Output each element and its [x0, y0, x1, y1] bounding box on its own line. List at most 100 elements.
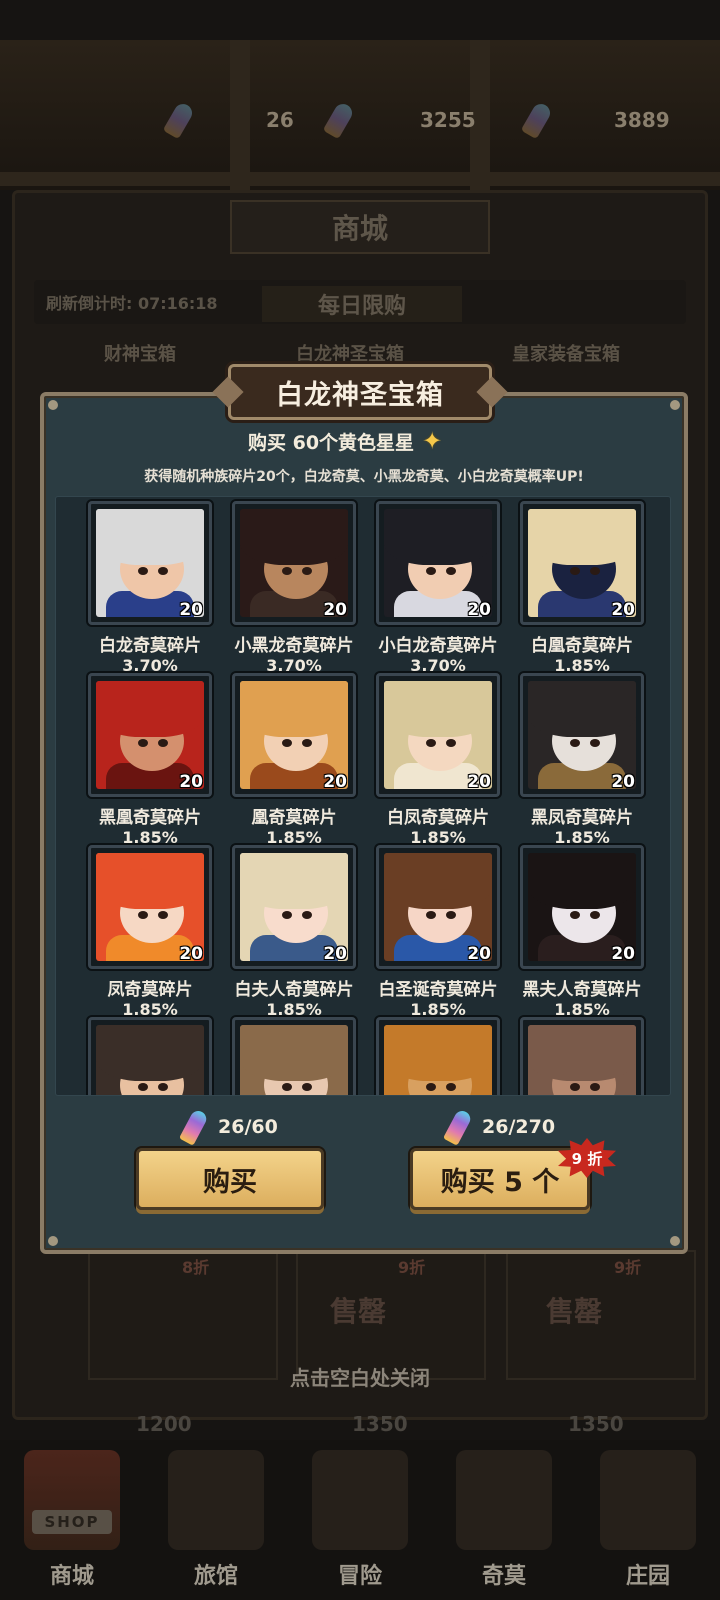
item-frame: 20 — [520, 673, 644, 797]
reward-grid[interactable]: 20 白龙奇莫碎片 3.70% 20 小黑龙奇莫碎片 3.70% 20 小白龙奇莫碎片 3.70… — [55, 496, 671, 1096]
portrait-part — [138, 739, 148, 747]
reward-item[interactable]: 20 黑夫人奇莫碎片 1.85% — [510, 845, 654, 1019]
bottom-nav: SHOP 商城 旅馆 冒险 奇莫 庄园 — [0, 1440, 720, 1600]
crossed-swords-icon — [312, 1450, 408, 1550]
nav-inn[interactable]: 旅馆 — [144, 1440, 288, 1600]
portrait-part — [426, 567, 436, 575]
reward-item[interactable] — [366, 1017, 510, 1095]
nav-label: 冒险 — [337, 1564, 382, 1589]
bg-price-2: 1350 — [352, 1412, 408, 1436]
portrait-part — [384, 853, 492, 909]
bg-tab-1: 财神宝箱 — [104, 344, 176, 365]
reward-item[interactable]: 20 白凤奇莫碎片 1.85% — [366, 673, 510, 847]
character-icon — [456, 1450, 552, 1550]
nav-label: 商城 — [49, 1564, 94, 1589]
corner-rivet — [670, 1236, 680, 1246]
game-screen: 26 3255 3889 商城 刷新倒计时: 07:16:18 每日限购 财神宝… — [0, 0, 720, 1600]
resource-value: 3255 — [420, 108, 476, 132]
reward-item[interactable]: 20 黑凰奇莫碎片 1.85% — [78, 673, 222, 847]
portrait-part — [302, 567, 312, 575]
character-portrait-icon — [96, 1025, 204, 1095]
shop-sign: SHOP — [32, 1510, 112, 1534]
portrait-part — [570, 911, 580, 919]
portrait-part — [426, 739, 436, 747]
portrait-part — [96, 681, 204, 737]
resource-counter-1: 26 — [162, 100, 294, 140]
item-frame: 20 — [232, 673, 356, 797]
reward-item[interactable]: 20 凰奇莫碎片 1.85% — [222, 673, 366, 847]
bg-discount-2: 9折 — [398, 1258, 426, 1277]
reward-item[interactable]: 20 白凰奇莫碎片 1.85% — [510, 501, 654, 675]
reward-item[interactable]: 20 小黑龙奇莫碎片 3.70% — [222, 501, 366, 675]
reward-item[interactable] — [222, 1017, 366, 1095]
portrait-part — [240, 681, 348, 737]
portrait-part — [590, 911, 600, 919]
reward-item[interactable]: 20 小白龙奇莫碎片 3.70% — [366, 501, 510, 675]
shop-icon: SHOP — [24, 1450, 120, 1550]
portrait-part — [528, 853, 636, 909]
reward-item[interactable]: 20 凤奇莫碎片 1.85% — [78, 845, 222, 1019]
portrait-part — [590, 567, 600, 575]
item-frame: 20 — [520, 501, 644, 625]
portrait-part — [446, 567, 456, 575]
reward-item[interactable]: 20 白圣诞奇莫碎片 1.85% — [366, 845, 510, 1019]
item-name: 白凰奇莫碎片 — [531, 636, 633, 656]
resource-value: 26 — [266, 108, 294, 132]
reward-item[interactable]: 20 白夫人奇莫碎片 1.85% — [222, 845, 366, 1019]
multi-cost-value: 26/270 — [482, 1116, 556, 1138]
portrait-part — [282, 567, 292, 575]
nav-label: 旅馆 — [193, 1564, 238, 1589]
portrait-part — [96, 853, 204, 909]
item-count: 20 — [467, 772, 491, 792]
item-count: 20 — [467, 600, 491, 620]
portrait-part — [570, 739, 580, 747]
item-count: 20 — [179, 600, 203, 620]
item-frame: 20 — [520, 845, 644, 969]
bg-tab-2: 白龙神圣宝箱 — [296, 344, 404, 365]
nav-shop[interactable]: SHOP 商城 — [0, 1440, 144, 1600]
item-name: 白圣诞奇莫碎片 — [378, 980, 498, 1000]
single-cost-value: 26/60 — [218, 1116, 278, 1138]
item-count: 20 — [179, 944, 203, 964]
daily-limit-tab: 每日限购 — [262, 286, 462, 322]
sold-out-label: 售罄 — [330, 1295, 387, 1328]
portrait-part — [384, 509, 492, 565]
item-frame: 20 — [376, 845, 500, 969]
item-frame: 20 — [88, 845, 212, 969]
item-count: 20 — [179, 772, 203, 792]
bg-shop-card-2 — [296, 1250, 486, 1380]
portrait-part — [384, 681, 492, 737]
reward-item[interactable]: 20 白龙奇莫碎片 3.70% — [78, 501, 222, 675]
portrait-part — [158, 739, 168, 747]
portrait-part — [528, 509, 636, 565]
item-frame — [520, 1017, 644, 1095]
nav-manor[interactable]: 庄园 — [576, 1440, 720, 1600]
buy-5-button[interactable]: 购买 5 个 — [410, 1148, 590, 1210]
item-frame: 20 — [88, 673, 212, 797]
reward-item[interactable] — [510, 1017, 654, 1095]
portrait-part — [158, 911, 168, 919]
item-name: 小白龙奇莫碎片 — [378, 636, 498, 656]
item-frame: 20 — [88, 501, 212, 625]
resource-value: 3889 — [614, 108, 670, 132]
buy-button[interactable]: 购买 — [136, 1148, 324, 1210]
reward-item[interactable] — [78, 1017, 222, 1095]
resource-counter-3: 3889 — [520, 100, 670, 140]
portrait-part — [570, 567, 580, 575]
item-frame: 20 — [376, 501, 500, 625]
portrait-part — [138, 1083, 148, 1091]
modal-description: 获得随机种族碎片20个，白龙奇莫、小黑龙奇莫、小白龙奇莫概率UP! — [144, 469, 584, 485]
nav-adventure[interactable]: 冒险 — [288, 1440, 432, 1600]
item-name: 黑凰奇莫碎片 — [99, 808, 201, 828]
item-frame: 20 — [376, 673, 500, 797]
tap-blank-to-close-hint[interactable]: 点击空白处关闭 — [0, 1362, 720, 1391]
nav-qimo[interactable]: 奇莫 — [432, 1440, 576, 1600]
character-portrait-icon — [528, 1025, 636, 1095]
reward-item[interactable]: 20 黑凤奇莫碎片 1.85% — [510, 673, 654, 847]
portrait-part — [96, 509, 204, 565]
item-frame: 20 — [232, 845, 356, 969]
portrait-part — [282, 739, 292, 747]
bg-price-1: 1200 — [136, 1412, 192, 1436]
character-portrait-icon — [384, 1025, 492, 1095]
portrait-part — [138, 911, 148, 919]
